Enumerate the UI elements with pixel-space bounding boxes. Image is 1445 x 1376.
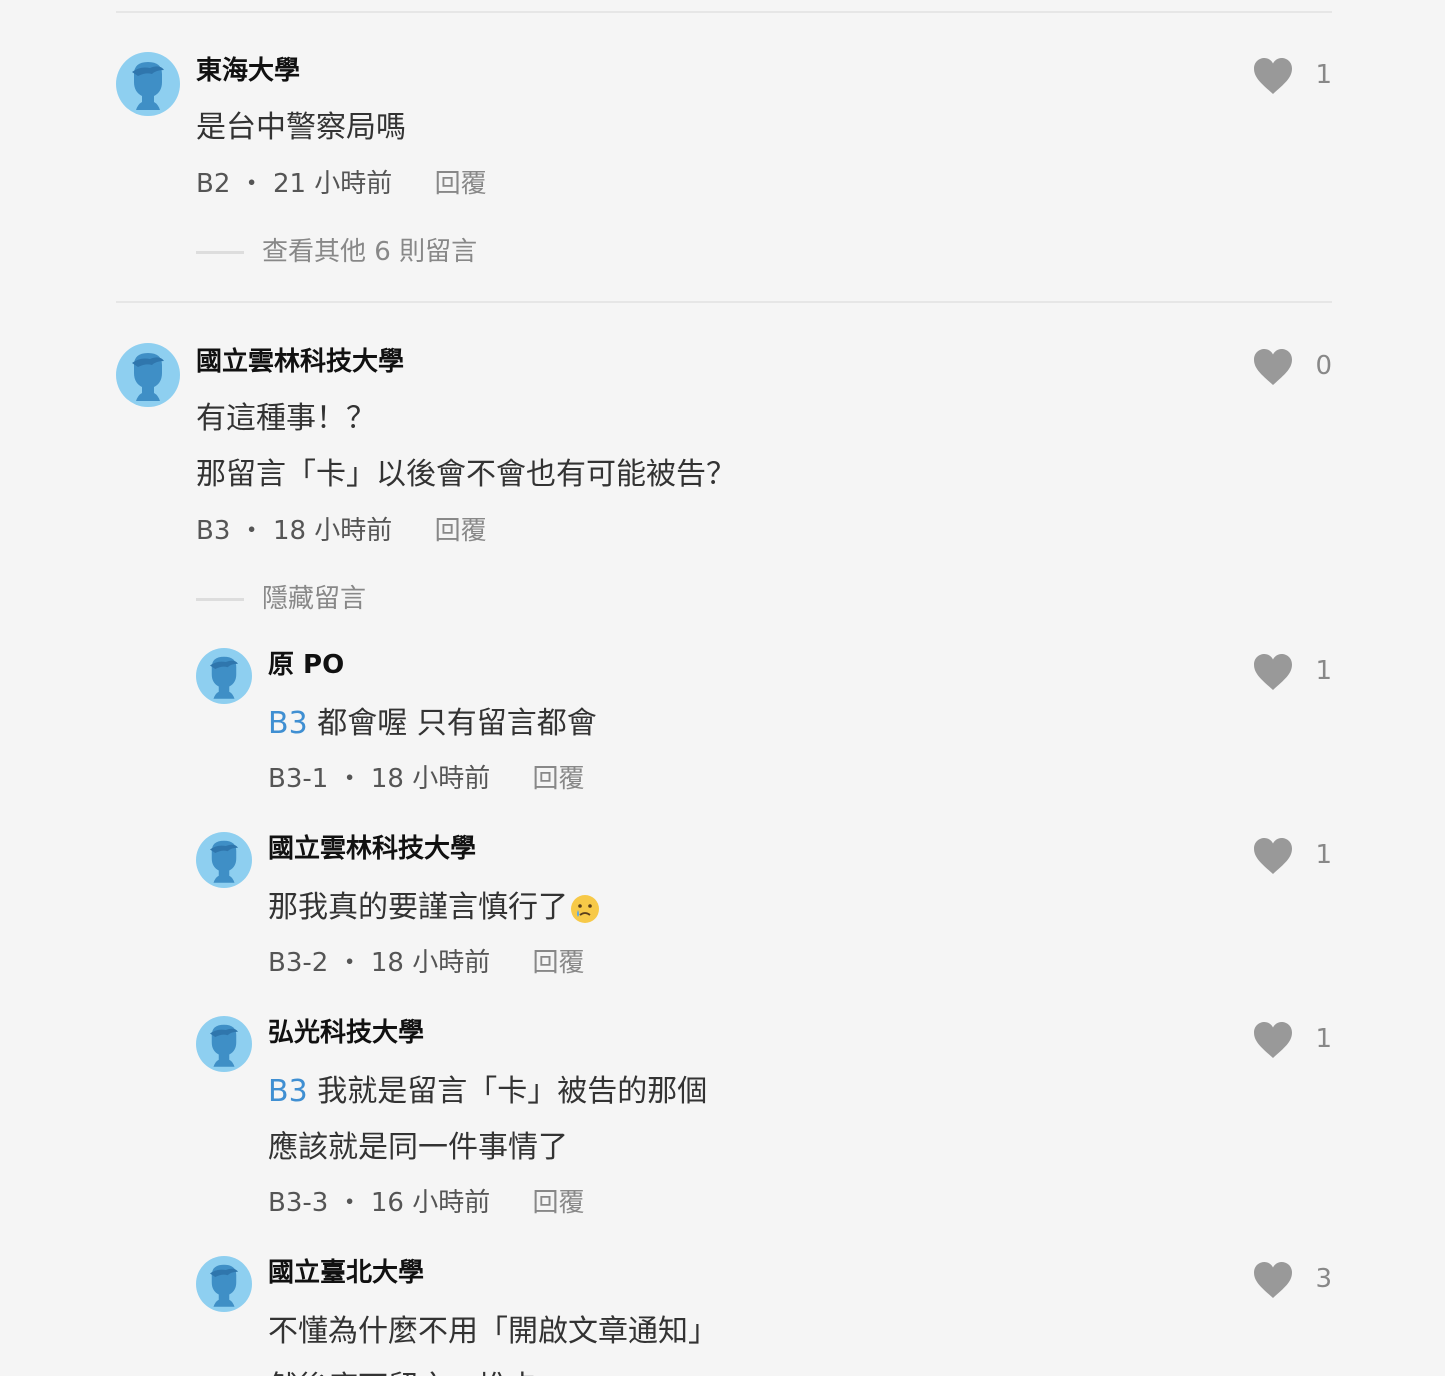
comment-author[interactable]: 東海大學 [196, 54, 300, 88]
meta-separator: ・ [238, 516, 265, 546]
reply-button[interactable]: 回覆 [532, 1188, 584, 1218]
like-count: 1 [1315, 1024, 1332, 1054]
user-silhouette-icon [132, 353, 164, 401]
reply-b3-3: 弘光科技大學 B3 我就是留言「卡」被告的那個 應該就是同一件事情了 B3-3 … [196, 1016, 1332, 1232]
like-count: 0 [1315, 351, 1332, 381]
reply-b3-2: 國立雲林科技大學 那我真的要謹言慎行了 B3-2 ・ 18 小時前 回覆 1 [196, 832, 1332, 992]
floor-number: B3 [196, 516, 231, 546]
floor-mention-link[interactable]: B3 [268, 706, 308, 741]
view-more-replies[interactable]: 查看其他 6 則留言 [196, 235, 477, 269]
timestamp: 16 小時前 [370, 1188, 491, 1218]
divider-top [116, 11, 1332, 13]
like-count: 1 [1315, 656, 1332, 686]
comment-b2: 東海大學 是台中警察局嗎 B2 ・ 21 小時前 回覆 1 查看其他 6 則留言 [116, 52, 1332, 272]
reply-button[interactable]: 回覆 [532, 764, 584, 794]
divider-middle [116, 301, 1332, 303]
like-count: 1 [1315, 60, 1332, 90]
like-count: 1 [1315, 840, 1332, 870]
heart-icon [1254, 1262, 1292, 1298]
reply-line: 應該就是同一件事情了 [268, 1130, 568, 1165]
reply-author[interactable]: 國立雲林科技大學 [268, 832, 476, 866]
meta-separator: ・ [336, 1188, 363, 1218]
reply-button[interactable]: 回覆 [435, 169, 487, 199]
reply-meta: B3-1 ・ 18 小時前 回覆 [268, 762, 585, 796]
reply-meta: B3-3 ・ 16 小時前 回覆 [268, 1186, 585, 1220]
hide-replies[interactable]: 隱藏留言 [196, 582, 366, 616]
meta-separator: ・ [238, 169, 265, 199]
like-button[interactable]: 3 [1252, 1260, 1332, 1300]
heart-icon [1254, 58, 1292, 94]
reply-author[interactable]: 原 PO [268, 648, 344, 682]
avatar[interactable] [116, 52, 180, 116]
avatar[interactable] [196, 1016, 252, 1072]
floor-number: B3-2 [268, 948, 329, 978]
reply-meta: B3-2 ・ 18 小時前 回覆 [268, 946, 585, 980]
reply-text: 不懂為什麼不用「開啟文章通知」 然後底下留言一堆卡 [268, 1304, 718, 1376]
reply-text: B3 我就是留言「卡」被告的那個 應該就是同一件事情了 [268, 1064, 707, 1176]
avatar[interactable] [116, 343, 180, 407]
timestamp: 18 小時前 [370, 948, 491, 978]
reply-line: 我就是留言「卡」被告的那個 [317, 1074, 708, 1109]
avatar[interactable] [196, 832, 252, 888]
user-silhouette-icon [210, 656, 238, 699]
like-button[interactable]: 1 [1252, 652, 1332, 692]
crying-face-emoji-icon [571, 894, 599, 923]
reply-author[interactable]: 弘光科技大學 [268, 1016, 424, 1050]
timestamp: 18 小時前 [272, 516, 393, 546]
user-silhouette-icon [210, 1264, 238, 1307]
reply-author[interactable]: 國立臺北大學 [268, 1256, 424, 1290]
heart-icon [1254, 1022, 1292, 1058]
like-button[interactable]: 1 [1252, 56, 1332, 96]
like-button[interactable]: 0 [1252, 347, 1332, 387]
reply-ntpu: 國立臺北大學 不懂為什麼不用「開啟文章通知」 然後底下留言一堆卡 3 [196, 1256, 1332, 1376]
reply-line-row: B3 我就是留言「卡」被告的那個 [268, 1064, 707, 1120]
reply-line: 不懂為什麼不用「開啟文章通知」 [268, 1314, 718, 1349]
comment-line: 那留言「卡」以後會不會也有可能被告？ [196, 457, 736, 492]
reply-text: 那我真的要謹言慎行了 [268, 880, 600, 936]
comment-text: 是台中警察局嗎 [196, 100, 406, 156]
dash-line [196, 251, 244, 254]
reply-line: 然後底下留言一堆卡 [268, 1360, 718, 1376]
comment-text: 有這種事！？ 那留言「卡」以後會不會也有可能被告？ [196, 391, 736, 503]
like-button[interactable]: 1 [1252, 1020, 1332, 1060]
user-silhouette-icon [210, 840, 238, 883]
floor-mention-link[interactable]: B3 [268, 1074, 308, 1109]
view-more-label: 查看其他 6 則留言 [262, 237, 478, 267]
reply-button[interactable]: 回覆 [532, 948, 584, 978]
reply-line: 都會喔 只有留言都會 [317, 706, 597, 741]
floor-number: B3-3 [268, 1188, 329, 1218]
heart-icon [1254, 654, 1292, 690]
floor-number: B3-1 [268, 764, 329, 794]
user-silhouette-icon [132, 62, 164, 110]
comment-author[interactable]: 國立雲林科技大學 [196, 345, 404, 379]
dash-line [196, 598, 244, 601]
avatar[interactable] [196, 1256, 252, 1312]
comment-line: 是台中警察局嗎 [196, 110, 406, 145]
like-button[interactable]: 1 [1252, 836, 1332, 876]
comment-b3: 國立雲林科技大學 有這種事！？ 那留言「卡」以後會不會也有可能被告？ B3 ・ … [116, 343, 1332, 623]
meta-separator: ・ [336, 948, 363, 978]
reply-text: B3 都會喔 只有留言都會 [268, 696, 597, 752]
comment-meta: B2 ・ 21 小時前 回覆 [196, 167, 487, 201]
reply-b3-1: 原 PO B3 都會喔 只有留言都會 B3-1 ・ 18 小時前 回覆 1 [196, 648, 1332, 808]
hide-replies-label: 隱藏留言 [262, 584, 367, 614]
timestamp: 18 小時前 [370, 764, 491, 794]
reply-button[interactable]: 回覆 [435, 516, 487, 546]
heart-icon [1254, 838, 1292, 874]
avatar[interactable] [196, 648, 252, 704]
like-count: 3 [1315, 1264, 1332, 1294]
comment-line: 有這種事！？ [196, 401, 376, 436]
meta-separator: ・ [336, 764, 363, 794]
heart-icon [1254, 349, 1292, 385]
comment-meta: B3 ・ 18 小時前 回覆 [196, 514, 487, 548]
timestamp: 21 小時前 [272, 169, 393, 199]
floor-number: B2 [196, 169, 231, 199]
reply-line: 那我真的要謹言慎行了 [268, 890, 568, 925]
user-silhouette-icon [210, 1024, 238, 1067]
